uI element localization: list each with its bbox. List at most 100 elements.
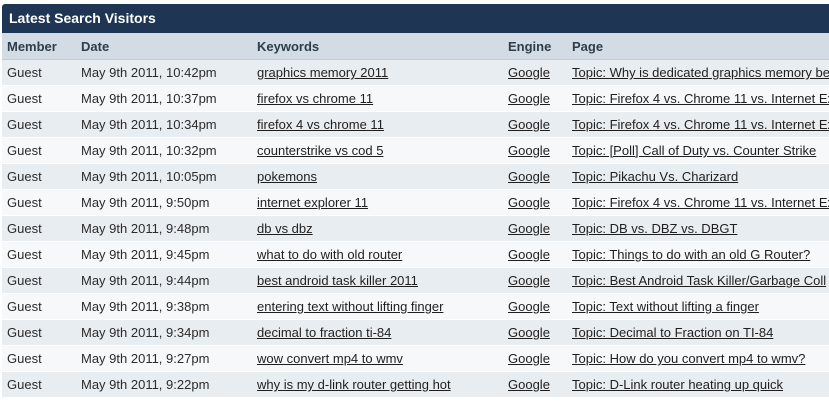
engine-link[interactable]: Google	[508, 117, 550, 132]
page-link[interactable]: Topic: Firefox 4 vs. Chrome 11 vs. Inter…	[572, 117, 829, 132]
column-header-engine: Engine	[503, 33, 567, 60]
keywords-cell: best android task killer 2011	[252, 267, 503, 294]
search-visitors-panel: Latest Search Visitors Member Date Keywo…	[2, 4, 829, 397]
panel-title: Latest Search Visitors	[2, 4, 829, 33]
page-link[interactable]: Topic: DB vs. DBZ vs. DBGT	[572, 221, 737, 236]
keywords-cell: graphics memory 2011	[252, 59, 503, 86]
member-cell: Guest	[2, 85, 76, 112]
page-cell: Topic: Things to do with an old G Router…	[567, 241, 829, 268]
engine-cell: Google	[503, 215, 567, 242]
page-cell: Topic: Best Android Task Killer/Garbage …	[567, 267, 829, 294]
engine-link[interactable]: Google	[508, 247, 550, 262]
table-row: Guest May 9th 2011, 10:37pm firefox vs chr…	[2, 85, 829, 112]
keywords-link[interactable]: best android task killer 2011	[257, 273, 418, 288]
page-cell: Topic: [Poll] Call of Duty vs. Counter S…	[567, 137, 829, 164]
engine-link[interactable]: Google	[508, 299, 550, 314]
member-cell: Guest	[2, 345, 76, 372]
date-cell: May 9th 2011, 9:38pm	[76, 293, 252, 320]
page-link[interactable]: Topic: [Poll] Call of Duty vs. Counter S…	[572, 143, 816, 158]
page-cell: Topic: Firefox 4 vs. Chrome 11 vs. Inter…	[567, 189, 829, 216]
keywords-link[interactable]: why is my d-link router getting hot	[257, 377, 451, 392]
table-row: Guest May 9th 2011, 9:50pm internet explor…	[2, 189, 829, 216]
page-cell: Topic: DB vs. DBZ vs. DBGT	[567, 215, 829, 242]
keywords-cell: db vs dbz	[252, 215, 503, 242]
keywords-link[interactable]: entering text without lifting finger	[257, 299, 443, 314]
engine-link[interactable]: Google	[508, 221, 550, 236]
page-link[interactable]: Topic: Best Android Task Killer/Garbage …	[572, 273, 826, 288]
keywords-link[interactable]: counterstrike vs cod 5	[257, 143, 383, 158]
page-cell: Topic: D-Link router heating up quick	[567, 371, 829, 397]
date-cell: May 9th 2011, 10:32pm	[76, 137, 252, 164]
member-cell: Guest	[2, 163, 76, 190]
table-row: Guest May 9th 2011, 9:48pm db vs dbz Google…	[2, 215, 829, 242]
keywords-link[interactable]: firefox 4 vs chrome 11	[257, 117, 384, 132]
date-cell: May 9th 2011, 10:34pm	[76, 111, 252, 138]
engine-cell: Google	[503, 111, 567, 138]
table-row: Guest May 9th 2011, 9:22pm why is my d-lin…	[2, 371, 829, 397]
keywords-cell: counterstrike vs cod 5	[252, 137, 503, 164]
keywords-cell: why is my d-link router getting hot	[252, 371, 503, 397]
date-cell: May 9th 2011, 9:22pm	[76, 371, 252, 397]
page-cell: Topic: Decimal to Fraction on TI-84	[567, 319, 829, 346]
keywords-link[interactable]: pokemons	[257, 169, 317, 184]
page-cell: Topic: Firefox 4 vs. Chrome 11 vs. Inter…	[567, 85, 829, 112]
page-link[interactable]: Topic: Decimal to Fraction on TI-84	[572, 325, 773, 340]
keywords-link[interactable]: decimal to fraction ti-84	[257, 325, 391, 340]
keywords-link[interactable]: graphics memory 2011	[257, 65, 388, 80]
engine-link[interactable]: Google	[508, 169, 550, 184]
member-cell: Guest	[2, 111, 76, 138]
table-body: Guest May 9th 2011, 10:42pm graphics memor…	[2, 59, 829, 397]
member-cell: Guest	[2, 319, 76, 346]
member-cell: Guest	[2, 59, 76, 86]
keywords-link[interactable]: firefox vs chrome 11	[257, 91, 373, 106]
page-link[interactable]: Topic: Firefox 4 vs. Chrome 11 vs. Inter…	[572, 91, 829, 106]
table-row: Guest May 9th 2011, 10:05pm pokemons Google…	[2, 163, 829, 190]
keywords-link[interactable]: db vs dbz	[257, 221, 313, 236]
page-link[interactable]: Topic: Things to do with an old G Router…	[572, 247, 810, 262]
engine-cell: Google	[503, 267, 567, 294]
engine-link[interactable]: Google	[508, 273, 550, 288]
page-link[interactable]: Topic: Why is dedicated graphics memory …	[572, 65, 829, 80]
keywords-link[interactable]: wow convert mp4 to wmv	[257, 351, 403, 366]
table-row: Guest May 9th 2011, 9:45pm what to do with…	[2, 241, 829, 268]
date-cell: May 9th 2011, 9:27pm	[76, 345, 252, 372]
page-link[interactable]: Topic: Text without lifting a finger	[572, 299, 759, 314]
column-header-member: Member	[2, 33, 76, 60]
engine-cell: Google	[503, 371, 567, 397]
member-cell: Guest	[2, 241, 76, 268]
member-cell: Guest	[2, 267, 76, 294]
engine-link[interactable]: Google	[508, 65, 550, 80]
engine-link[interactable]: Google	[508, 351, 550, 366]
engine-link[interactable]: Google	[508, 195, 550, 210]
engine-cell: Google	[503, 189, 567, 216]
member-cell: Guest	[2, 293, 76, 320]
engine-cell: Google	[503, 163, 567, 190]
member-cell: Guest	[2, 137, 76, 164]
date-cell: May 9th 2011, 10:05pm	[76, 163, 252, 190]
engine-link[interactable]: Google	[508, 91, 550, 106]
page-cell: Topic: How do you convert mp4 to wmv?	[567, 345, 829, 372]
column-header-page: Page	[567, 33, 829, 60]
member-cell: Guest	[2, 371, 76, 397]
date-cell: May 9th 2011, 10:37pm	[76, 85, 252, 112]
page-cell: Topic: Pikachu Vs. Charizard	[567, 163, 829, 190]
page-link[interactable]: Topic: Pikachu Vs. Charizard	[572, 169, 738, 184]
table-row: Guest May 9th 2011, 10:42pm graphics memor…	[2, 59, 829, 86]
engine-link[interactable]: Google	[508, 143, 550, 158]
keywords-link[interactable]: what to do with old router	[257, 247, 402, 262]
keywords-cell: firefox vs chrome 11	[252, 85, 503, 112]
date-cell: May 9th 2011, 9:45pm	[76, 241, 252, 268]
page-link[interactable]: Topic: How do you convert mp4 to wmv?	[572, 351, 805, 366]
keywords-link[interactable]: internet explorer 11	[257, 195, 368, 210]
engine-cell: Google	[503, 345, 567, 372]
page-link[interactable]: Topic: D-Link router heating up quick	[572, 377, 783, 392]
engine-cell: Google	[503, 59, 567, 86]
member-cell: Guest	[2, 189, 76, 216]
keywords-cell: internet explorer 11	[252, 189, 503, 216]
engine-link[interactable]: Google	[508, 325, 550, 340]
table-row: Guest May 9th 2011, 10:34pm firefox 4 vs c…	[2, 111, 829, 138]
engine-link[interactable]: Google	[508, 377, 550, 392]
page-link[interactable]: Topic: Firefox 4 vs. Chrome 11 vs. Inter…	[572, 195, 829, 210]
engine-cell: Google	[503, 241, 567, 268]
engine-cell: Google	[503, 137, 567, 164]
